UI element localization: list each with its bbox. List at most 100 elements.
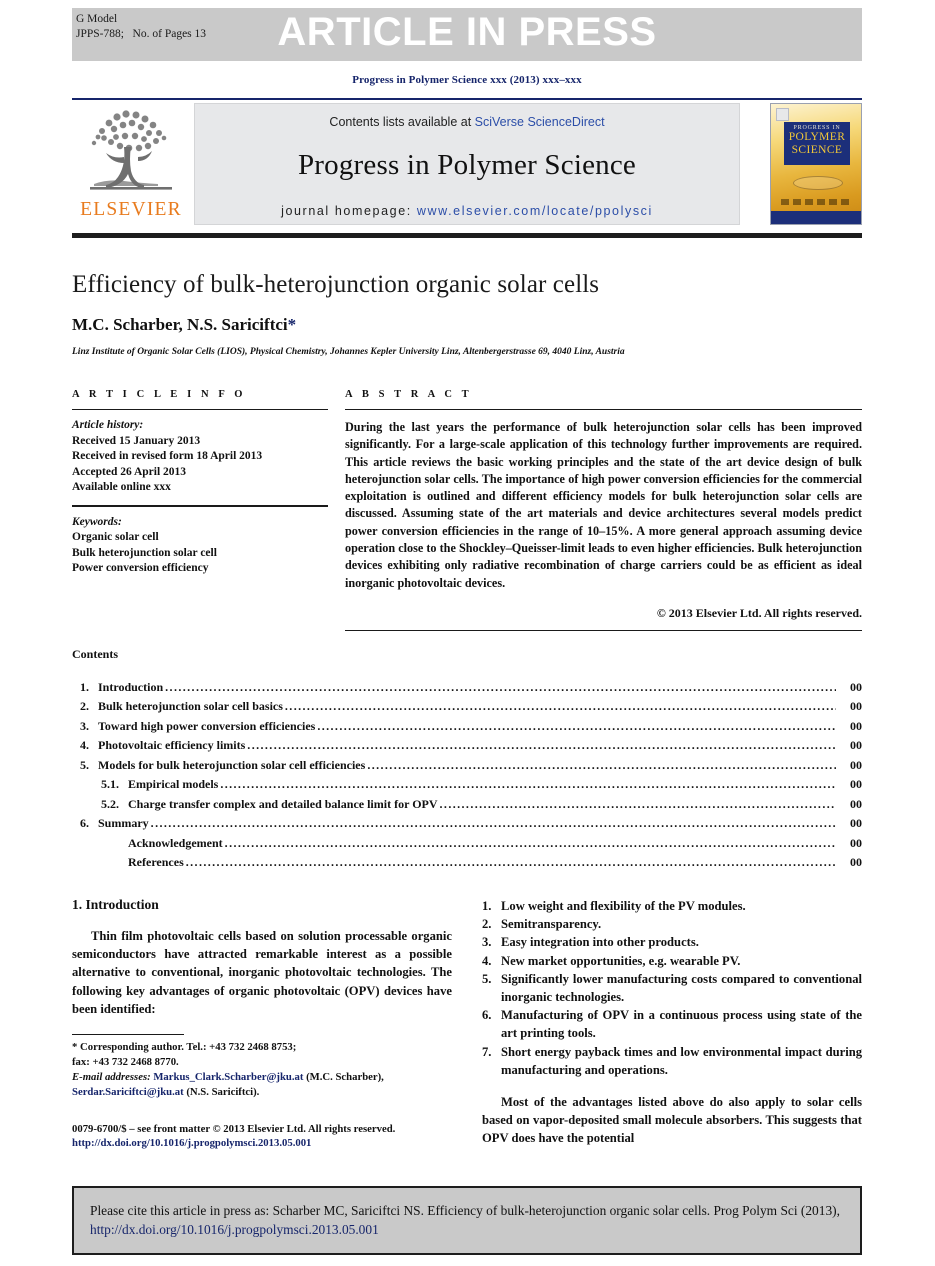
email-label: E-mail addresses: xyxy=(72,1070,151,1083)
article-history-block: Article history: Received 15 January 201… xyxy=(72,418,328,496)
toc-label: Acknowledgement xyxy=(128,835,223,850)
journal-homepage-line: journal homepage: www.elsevier.com/locat… xyxy=(195,204,739,218)
toc-leader: ........................................… xyxy=(367,757,836,772)
article-info-heading: A R T I C L E I N F O xyxy=(72,389,247,400)
cover-footer-bar xyxy=(771,211,861,224)
doi-link[interactable]: http://dx.doi.org/10.1016/j.progpolymsci… xyxy=(72,1136,452,1151)
contents-section: Contents 1. Introduction ...............… xyxy=(72,647,862,873)
page-content: G Model JPPS-788; No. of Pages 13 ARTICLE… xyxy=(72,0,862,1151)
list-item-number: 5. xyxy=(482,971,492,986)
contents-available-prefix: Contents lists available at xyxy=(329,115,475,129)
cover-line-main-2: SCIENCE xyxy=(791,143,843,156)
front-matter-line: 0079-6700/$ – see front matter © 2013 El… xyxy=(72,1122,396,1135)
list-item: 3. Easy integration into other products. xyxy=(482,933,862,951)
email-link-1[interactable]: Markus_Clark.Scharber@jku.at xyxy=(153,1071,303,1083)
email-note: E-mail addresses: Markus_Clark.Scharber@… xyxy=(72,1070,452,1100)
author-list: M.C. Scharber, N.S. Sariciftci* xyxy=(72,315,862,335)
toc-leader: ........................................… xyxy=(185,855,836,870)
list-item-text: Short energy payback times and low envir… xyxy=(501,1044,862,1077)
toc-leader: ........................................… xyxy=(165,679,836,694)
toc-leader: ........................................… xyxy=(220,777,836,792)
toc-number: 2. xyxy=(80,699,89,714)
contents-available-line: Contents lists available at SciVerse Sci… xyxy=(195,115,739,129)
corresponding-author-note: * Corresponding author. Tel.: +43 732 24… xyxy=(72,1040,297,1053)
title-block: Efficiency of bulk-heterojunction organi… xyxy=(72,271,862,357)
closing-paragraph: Most of the advantages listed above do a… xyxy=(482,1095,862,1146)
article-info-rule-top xyxy=(72,409,328,410)
toc-label: Toward high power conversion efficiencie… xyxy=(98,718,316,733)
list-item-number: 7. xyxy=(482,1044,492,1059)
journal-running-head: Progress in Polymer Science xxx (2013) x… xyxy=(352,74,582,86)
email-link-2[interactable]: Serdar.Sariciftci@jku.at xyxy=(72,1086,184,1098)
keyword-item: Organic solar cell xyxy=(72,531,159,543)
list-item: 2. Semitransparency. xyxy=(482,915,862,933)
toc-leader: ........................................… xyxy=(247,738,836,753)
elsevier-logo: ELSEVIER xyxy=(72,105,190,225)
body-left-column: 1. Introduction Thin film photovoltaic c… xyxy=(72,897,452,1151)
email-owner-1: (M.C. Scharber), xyxy=(306,1070,384,1083)
sciencedirect-link[interactable]: SciVerse ScienceDirect xyxy=(475,115,605,129)
article-info-rule-middle xyxy=(72,504,328,507)
list-item: 5. Significantly lower manufacturing cos… xyxy=(482,970,862,1006)
toc-row[interactable]: References .............................… xyxy=(72,853,862,873)
list-item-number: 6. xyxy=(482,1008,492,1023)
list-item-number: 3. xyxy=(482,935,492,950)
toc-row[interactable]: 5.2. Charge transfer complex and detaile… xyxy=(72,795,862,815)
article-history-label: Article history: xyxy=(72,419,144,431)
toc-leader: ........................................… xyxy=(317,718,836,733)
journal-homepage-url[interactable]: www.elsevier.com/locate/ppolysci xyxy=(417,204,653,218)
journal-title: Progress in Polymer Science xyxy=(297,149,637,181)
toc-row[interactable]: 5.1. Empirical models ..................… xyxy=(72,775,862,795)
toc-page-number: 00 xyxy=(850,738,862,753)
journal-masthead: ELSEVIER Contents lists available at Sci… xyxy=(72,103,862,225)
navy-divider xyxy=(72,98,862,100)
keywords-label: Keywords: xyxy=(72,515,122,528)
author-names: M.C. Scharber, N.S. Sariciftci xyxy=(72,315,288,334)
body-columns: 1. Introduction Thin film photovoltaic c… xyxy=(72,897,862,1151)
list-item-number: 2. xyxy=(482,917,492,932)
citation-doi-link[interactable]: http://dx.doi.org/10.1016/j.progpolymsci… xyxy=(90,1222,379,1237)
list-item-text: Manufacturing of OPV in a continuous pro… xyxy=(501,1008,862,1041)
contents-heading: Contents xyxy=(72,646,119,661)
paper-page: G Model JPPS-788; No. of Pages 13 ARTICLE… xyxy=(0,0,935,1266)
article-info-column: A R T I C L E I N F O Article history: R… xyxy=(72,389,328,631)
toc-label: Photovoltaic efficiency limits xyxy=(98,738,246,753)
fax-note: fax: +43 732 2468 8770. xyxy=(72,1055,179,1068)
journal-cover-image: PROGRESS IN POLYMER SCIENCE xyxy=(770,103,862,225)
toc-row[interactable]: 2. Bulk heterojunction solar cell basics… xyxy=(72,697,862,717)
toc-leader: ........................................… xyxy=(224,835,836,850)
list-item-text: Significantly lower manufacturing costs … xyxy=(501,971,862,1004)
toc-page-number: 00 xyxy=(850,679,862,694)
toc-page-number: 00 xyxy=(850,757,862,772)
list-item: 7. Short energy payback times and low en… xyxy=(482,1043,862,1079)
abstract-copyright: © 2013 Elsevier Ltd. All rights reserved… xyxy=(656,605,862,620)
cover-line-main-1: POLYMER xyxy=(788,131,846,143)
toc-row[interactable]: 5. Models for bulk heterojunction solar … xyxy=(72,756,862,776)
toc-row[interactable]: Acknowledgement ........................… xyxy=(72,834,862,854)
elsevier-wordmark: ELSEVIER xyxy=(80,199,182,220)
toc-number: 1. xyxy=(80,679,89,694)
toc-label: Introduction xyxy=(98,679,164,694)
keyword-item: Power conversion efficiency xyxy=(72,562,209,574)
table-of-contents: 1. Introduction ........................… xyxy=(72,678,862,873)
list-item-number: 1. xyxy=(482,898,492,913)
front-matter-block: 0079-6700/$ – see front matter © 2013 El… xyxy=(72,1122,452,1151)
list-item-text: Semitransparency. xyxy=(501,917,602,932)
toc-page-number: 00 xyxy=(850,835,862,850)
toc-row[interactable]: 4. Photovoltaic efficiency limits ......… xyxy=(72,736,862,756)
citation-box: Please cite this article in press as: Sc… xyxy=(72,1186,862,1255)
abstract-heading: A B S T R A C T xyxy=(345,389,473,400)
toc-row[interactable]: 1. Introduction ........................… xyxy=(72,678,862,698)
body-right-column: 1. Low weight and flexibility of the PV … xyxy=(482,897,862,1151)
abstract-rule-top xyxy=(345,409,862,410)
toc-leader: ........................................… xyxy=(150,816,836,831)
toc-row[interactable]: 6. Summary .............................… xyxy=(72,814,862,834)
toc-number: 3. xyxy=(80,718,89,733)
toc-label: Empirical models xyxy=(128,777,219,792)
toc-row[interactable]: 3. Toward high power conversion efficien… xyxy=(72,717,862,737)
toc-page-number: 00 xyxy=(850,718,862,733)
toc-page-number: 00 xyxy=(850,816,862,831)
toc-page-number: 00 xyxy=(850,796,862,811)
footnote-block: * Corresponding author. Tel.: +43 732 24… xyxy=(72,1040,452,1100)
advantages-list: 1. Low weight and flexibility of the PV … xyxy=(482,897,862,1079)
